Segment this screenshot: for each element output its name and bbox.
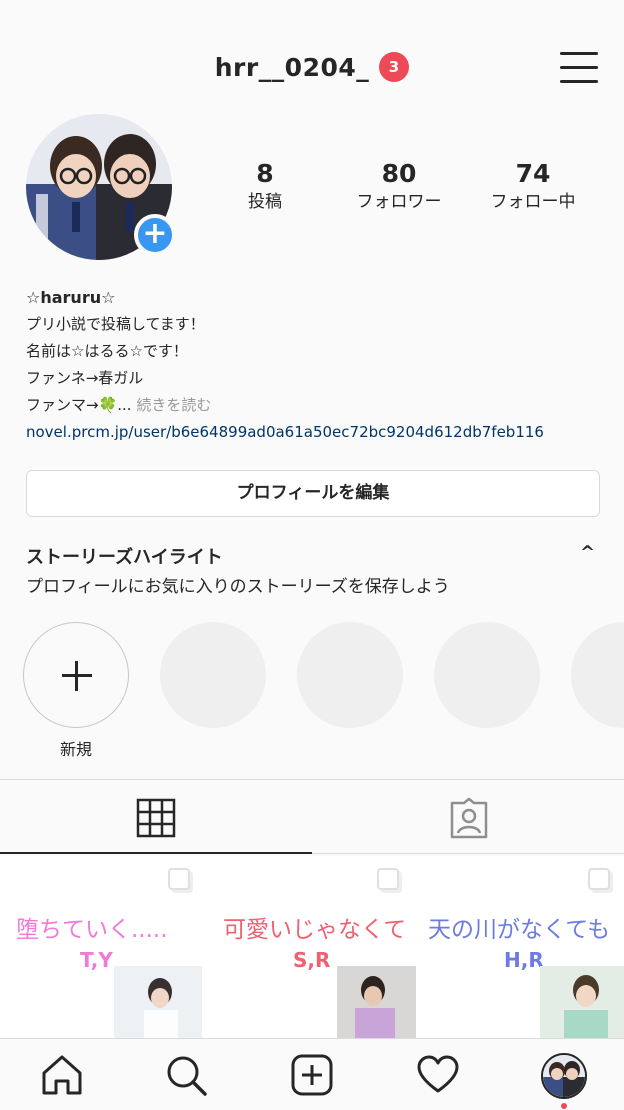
profile-header: hrr__0204_ 3 bbox=[0, 0, 624, 112]
read-more-link[interactable]: 続きを読む bbox=[136, 396, 211, 414]
highlight-placeholder bbox=[160, 622, 266, 728]
stat-following-label: フォロー中 bbox=[490, 192, 576, 212]
bio-name: ☆haruru☆ bbox=[26, 288, 116, 307]
stat-posts-value: 8 bbox=[256, 159, 274, 188]
post-grid: 堕ちていく..... T,Y 可愛いじゃなくて S,R 天の川がなくても H,R bbox=[0, 856, 624, 1038]
bio-last-text: ファンマ→🍀... bbox=[26, 396, 132, 414]
multiple-images-icon bbox=[588, 868, 610, 890]
home-icon[interactable] bbox=[40, 1053, 84, 1097]
heart-icon[interactable] bbox=[416, 1053, 460, 1097]
highlight-placeholder bbox=[297, 622, 403, 728]
bio-line: プリ小説で投稿してます！ bbox=[26, 315, 205, 333]
stat-following[interactable]: 74 フォロー中 bbox=[463, 158, 603, 214]
new-highlight-button[interactable] bbox=[23, 622, 129, 728]
stat-followers[interactable]: 80 フォロワー bbox=[329, 158, 469, 214]
notification-badge[interactable]: 3 bbox=[379, 52, 410, 82]
add-post-icon[interactable] bbox=[290, 1053, 334, 1097]
edit-profile-button[interactable]: プロフィールを編集 bbox=[26, 470, 600, 517]
stat-posts-label: 投稿 bbox=[248, 192, 282, 212]
post-title: 可愛いじゃなくて bbox=[223, 917, 407, 943]
bio-line-last: ファンマ→🍀... 続きを読む bbox=[26, 392, 606, 419]
post-tile[interactable]: 天の川がなくても H,R bbox=[418, 856, 624, 1038]
post-initials: S,R bbox=[293, 948, 331, 972]
multiple-images-icon bbox=[377, 868, 399, 890]
post-title: 堕ちていく..... bbox=[16, 917, 168, 943]
bio-website-link[interactable]: novel.prcm.jp/user/b6e64899ad0a61a50ec72… bbox=[26, 419, 606, 446]
bio-line: ファンネ→春ガル bbox=[26, 369, 144, 387]
tab-active-indicator bbox=[0, 852, 312, 854]
post-tile[interactable]: 堕ちていく..... T,Y bbox=[0, 856, 207, 1038]
username-row: hrr__0204_ 3 bbox=[0, 52, 624, 82]
username-wrap[interactable]: hrr__0204_ 3 bbox=[215, 52, 410, 82]
plus-icon-horizontal bbox=[62, 674, 92, 677]
post-initials: H,R bbox=[504, 948, 544, 972]
bio: ☆haruru☆ プリ小説で投稿してます！ 名前は☆はるる☆です！ ファンネ→春… bbox=[26, 284, 606, 446]
stat-followers-value: 80 bbox=[381, 159, 417, 188]
post-photo bbox=[540, 966, 624, 1038]
stat-following-value: 74 bbox=[515, 159, 551, 188]
menu-line-3 bbox=[560, 80, 598, 83]
highlights-title: ストーリーズハイライト bbox=[26, 547, 223, 568]
highlight-placeholder bbox=[571, 622, 624, 728]
post-photo bbox=[114, 966, 202, 1038]
post-initials: T,Y bbox=[80, 948, 113, 972]
tab-bottom-border bbox=[312, 853, 624, 854]
menu-icon[interactable] bbox=[560, 50, 598, 84]
tab-tagged[interactable] bbox=[312, 780, 624, 854]
highlight-placeholder bbox=[434, 622, 540, 728]
stat-followers-label: フォロワー bbox=[356, 192, 442, 212]
profile-avatar-icon[interactable] bbox=[541, 1053, 587, 1099]
stat-posts[interactable]: 8 投稿 bbox=[195, 158, 335, 214]
grid-icon bbox=[136, 798, 176, 838]
menu-line-1 bbox=[560, 52, 598, 55]
multiple-images-icon bbox=[168, 868, 190, 890]
post-title: 天の川がなくても bbox=[428, 917, 611, 943]
add-story-icon[interactable]: + bbox=[134, 214, 176, 256]
highlights-subtitle: プロフィールにお気に入りのストーリーズを保存しよう bbox=[26, 577, 450, 597]
tab-grid[interactable] bbox=[0, 780, 312, 854]
menu-line-2 bbox=[560, 66, 598, 69]
new-highlight-label: 新規 bbox=[59, 740, 92, 759]
bio-line: 名前は☆はるる☆です！ bbox=[26, 342, 188, 360]
chevron-up-icon[interactable]: ^ bbox=[580, 542, 595, 563]
post-photo bbox=[337, 966, 416, 1038]
bottom-nav bbox=[0, 1038, 624, 1110]
tagged-person-icon bbox=[450, 797, 488, 839]
search-icon[interactable] bbox=[164, 1053, 208, 1097]
activity-dot bbox=[561, 1103, 567, 1109]
post-tile[interactable]: 可愛いじゃなくて S,R bbox=[209, 856, 416, 1038]
username: hrr__0204_ bbox=[214, 52, 370, 82]
